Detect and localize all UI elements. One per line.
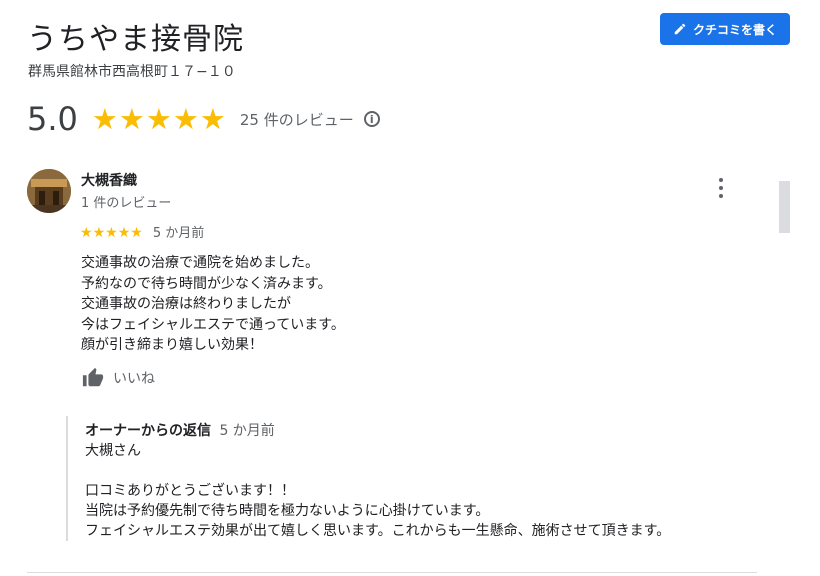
write-review-button[interactable]: クチコミを書く xyxy=(660,13,790,45)
place-title: うちやま接骨院 xyxy=(27,22,244,57)
review-line: 交通事故の治療で通院を始めました。 xyxy=(81,255,319,271)
review-rating: ★★★★★ 5 か月前 xyxy=(80,222,204,241)
star-icon: ★ xyxy=(130,225,143,241)
star-icon: ★ xyxy=(118,102,145,136)
reply-line: 大槻さん xyxy=(85,443,141,459)
more-options-icon[interactable] xyxy=(714,178,728,198)
reply-line: 口コミありがとうございます！！ xyxy=(85,483,295,499)
review-divider xyxy=(27,572,757,573)
owner-reply-header: オーナーからの返信 5 か月前 xyxy=(85,420,275,440)
place-address: 群馬県館林市西高根町１７−１０ xyxy=(28,64,236,80)
star-icon: ★ xyxy=(91,102,118,136)
write-review-label: クチコミを書く xyxy=(692,22,777,37)
reviewer-review-count: 1 件のレビュー xyxy=(81,196,172,211)
reviewer-name[interactable]: 大槻香織 xyxy=(81,170,137,190)
reply-line: フェイシャルエステ効果が出て嬉しく思います。これからも一生懸命、施術させて頂きま… xyxy=(85,523,671,539)
star-icon: ★ xyxy=(105,225,118,241)
pencil-icon xyxy=(674,23,686,35)
summary-stars: ★ ★ ★ ★ ★ xyxy=(92,104,226,134)
review-time: 5 か月前 xyxy=(152,226,205,241)
star-icon: ★ xyxy=(172,102,199,136)
review-line: 今はフェイシャルエステで通っています。 xyxy=(81,316,345,333)
owner-reply-label: オーナーからの返信 xyxy=(85,423,211,439)
like-label: いいね xyxy=(113,371,155,387)
star-icon: ★ xyxy=(199,102,226,136)
review-line: 顔が引き締まり嬉しい効果！ xyxy=(81,337,263,353)
review-count[interactable]: 25 件のレビュー xyxy=(240,109,354,130)
scrollbar-thumb[interactable] xyxy=(779,181,790,233)
like-button[interactable]: いいね xyxy=(81,367,155,389)
avatar-photo xyxy=(27,169,71,213)
review-line: 予約なので待ち時間が少なく済みます。 xyxy=(81,275,332,292)
star-icon: ★ xyxy=(117,225,131,241)
info-icon[interactable]: i xyxy=(363,111,380,127)
star-icon: ★ xyxy=(145,102,172,136)
review-text: 交通事故の治療で通院を始めました。 予約なので待ち時間が少なく済みます。 交通事… xyxy=(81,253,345,356)
reply-line xyxy=(85,461,670,481)
star-icon: ★ xyxy=(92,225,106,241)
star-icon: ★ xyxy=(80,225,93,241)
reply-divider xyxy=(66,416,68,541)
review-line: 交通事故の治療は終わりましたが xyxy=(81,296,291,312)
reply-line: 当院は予約優先制で待ち時間を極力ないように心掛けています。 xyxy=(85,503,490,519)
rating-value: 5.0 xyxy=(27,100,78,138)
rating-summary: 5.0 ★ ★ ★ ★ ★ 25 件のレビュー i xyxy=(27,100,380,138)
owner-reply-time: 5 か月前 xyxy=(219,423,275,439)
owner-reply-text: 大槻さん 口コミありがとうございます！！ 当院は予約優先制で待ち時間を極力ないよ… xyxy=(85,441,670,541)
thumbs-up-icon xyxy=(82,367,104,387)
review-stars: ★★★★★ xyxy=(80,222,143,241)
avatar[interactable] xyxy=(27,169,71,213)
